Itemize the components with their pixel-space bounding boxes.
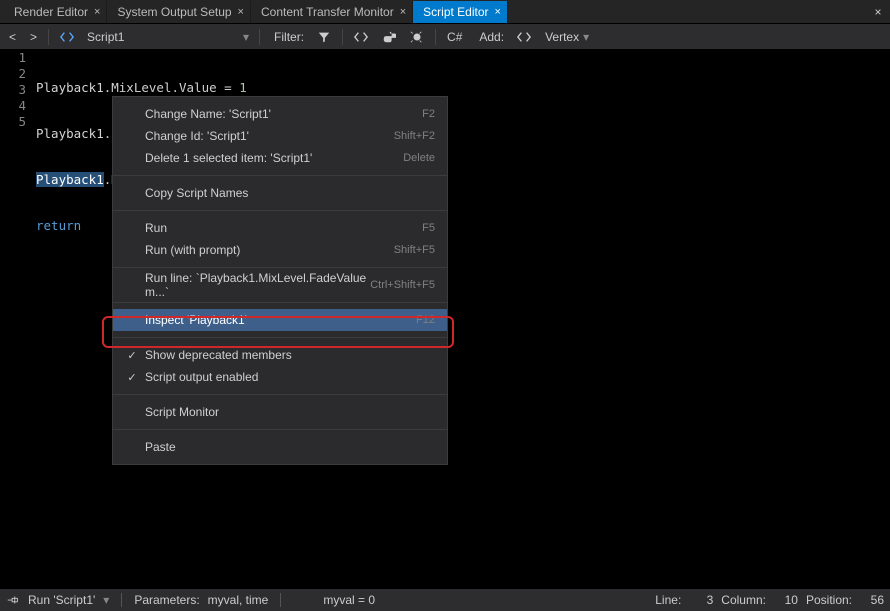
menu-item[interactable]: Delete 1 selected item: 'Script1'Delete: [113, 147, 447, 169]
code-icon[interactable]: [512, 27, 536, 47]
line-number: 1: [0, 50, 26, 66]
chevron-down-icon: ▾: [243, 30, 253, 44]
menu-item-label: Run line: `Playback1.MixLevel.FadeValue …: [141, 271, 370, 299]
toolbar: < > Script1 ▾ Filter: C# Add: Vertex ▾: [0, 24, 890, 50]
tab-render-editor[interactable]: Render Editor ×: [4, 1, 107, 23]
line-number: 3: [0, 82, 26, 98]
add-type-label: Vertex: [545, 30, 579, 44]
tab-system-output-setup[interactable]: System Output Setup ×: [107, 1, 251, 23]
menu-separator: [113, 302, 447, 303]
tab-label: System Output Setup: [117, 5, 231, 19]
menu-item-label: Run (with prompt): [141, 243, 394, 257]
menu-item-label: Script Monitor: [141, 405, 435, 419]
menu-item-label: Copy Script Names: [141, 186, 435, 200]
filter-icon[interactable]: [312, 27, 336, 47]
nav-back-button[interactable]: <: [4, 27, 21, 47]
check-icon: ✓: [123, 371, 141, 384]
pos-label: Position:: [806, 593, 852, 607]
menu-item-label: Script output enabled: [141, 370, 435, 384]
menu-separator: [113, 175, 447, 176]
menu-item[interactable]: Paste: [113, 436, 447, 458]
line-number: 5: [0, 114, 26, 130]
tab-content-transfer-monitor[interactable]: Content Transfer Monitor ×: [251, 1, 413, 23]
check-icon: ✓: [123, 349, 141, 362]
params-label: Parameters:: [134, 593, 199, 607]
menu-item-shortcut: Shift+F5: [394, 244, 435, 256]
add-type-selector[interactable]: Vertex ▾: [540, 27, 594, 47]
tab-label: Script Editor: [423, 5, 488, 19]
script-name: Script1: [87, 30, 124, 44]
menu-separator: [113, 394, 447, 395]
menu-item-shortcut: Delete: [403, 152, 435, 164]
menu-item[interactable]: Change Id: 'Script1'Shift+F2: [113, 125, 447, 147]
pin-icon[interactable]: [6, 593, 20, 608]
close-icon[interactable]: ×: [94, 6, 100, 18]
menu-item-shortcut: F12: [416, 314, 435, 326]
menu-item-shortcut: F2: [422, 108, 435, 120]
chevron-down-icon: ▾: [583, 30, 589, 44]
code-line: Playback1.MixLevel.Value = 1: [36, 80, 337, 96]
col-label: Column:: [721, 593, 766, 607]
selection: Playback1: [36, 172, 104, 187]
line-value: 3: [689, 593, 713, 607]
menu-item[interactable]: Script Monitor: [113, 401, 447, 423]
pos-value: 56: [860, 593, 884, 607]
tab-script-editor[interactable]: Script Editor ×: [413, 1, 508, 23]
menu-item-label: Paste: [141, 440, 435, 454]
col-value: 10: [774, 593, 798, 607]
add-label: Add:: [471, 30, 508, 44]
line-number: 2: [0, 66, 26, 82]
menu-separator: [113, 337, 447, 338]
params-value[interactable]: myval, time: [208, 593, 269, 607]
menu-item-label: Inspect 'Playback1': [141, 313, 416, 327]
menu-item-shortcut: F5: [422, 222, 435, 234]
menu-item[interactable]: Run (with prompt)Shift+F5: [113, 239, 447, 261]
filter-label: Filter:: [266, 30, 308, 44]
menu-separator: [113, 210, 447, 211]
code-icon[interactable]: [55, 27, 79, 47]
chevron-down-icon[interactable]: ▾: [103, 593, 109, 607]
menu-separator: [113, 267, 447, 268]
menu-item[interactable]: RunF5: [113, 217, 447, 239]
python-icon[interactable]: [377, 27, 401, 47]
line-number: 4: [0, 98, 26, 114]
menu-item-shortcut: Shift+F2: [394, 130, 435, 142]
nav-forward-button[interactable]: >: [25, 27, 42, 47]
run-icon[interactable]: [405, 27, 429, 47]
context-menu: Change Name: 'Script1'F2Change Id: 'Scri…: [112, 96, 448, 465]
menu-item[interactable]: Run line: `Playback1.MixLevel.FadeValue …: [113, 274, 447, 296]
menu-item-shortcut: Ctrl+Shift+F5: [370, 279, 435, 291]
lang-cs-button[interactable]: C#: [442, 27, 467, 47]
run-script-button[interactable]: Run 'Script1': [28, 593, 95, 607]
menu-item-label: Change Id: 'Script1': [141, 129, 394, 143]
menu-item-label: Change Name: 'Script1': [141, 107, 422, 121]
result-value: myval = 0: [323, 593, 375, 607]
tab-label: Render Editor: [14, 5, 88, 19]
line-gutter: 1 2 3 4 5: [0, 50, 32, 589]
code-icon[interactable]: [349, 27, 373, 47]
menu-item[interactable]: ✓Script output enabled: [113, 366, 447, 388]
status-bar: Run 'Script1' ▾ Parameters: myval, time …: [0, 589, 890, 611]
close-icon[interactable]: ×: [495, 6, 501, 18]
menu-item-label: Delete 1 selected item: 'Script1': [141, 151, 403, 165]
window-close-icon[interactable]: ×: [866, 5, 890, 19]
menu-item[interactable]: Inspect 'Playback1'F12: [113, 309, 447, 331]
menu-item[interactable]: Copy Script Names: [113, 182, 447, 204]
line-label: Line:: [655, 593, 681, 607]
menu-item[interactable]: ✓Show deprecated members: [113, 344, 447, 366]
tab-label: Content Transfer Monitor: [261, 5, 394, 19]
menu-item-label: Run: [141, 221, 422, 235]
menu-separator: [113, 429, 447, 430]
close-icon[interactable]: ×: [400, 6, 406, 18]
tab-strip: Render Editor × System Output Setup × Co…: [0, 0, 890, 24]
menu-item-label: Show deprecated members: [141, 348, 435, 362]
script-selector[interactable]: Script1 ▾: [83, 30, 253, 44]
close-icon[interactable]: ×: [238, 6, 244, 18]
menu-item[interactable]: Change Name: 'Script1'F2: [113, 103, 447, 125]
